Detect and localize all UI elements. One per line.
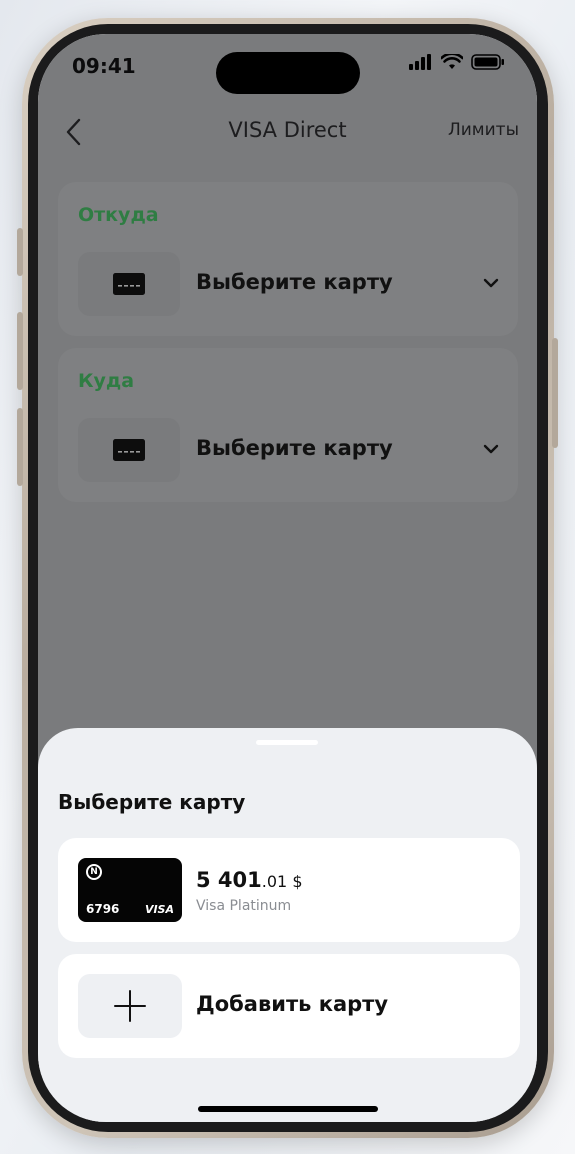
limits-link[interactable]: Лимиты	[448, 120, 519, 140]
balance-currency: $	[292, 872, 303, 891]
bank-logo-icon: N	[86, 864, 102, 880]
card-option-visa-platinum[interactable]: N 6796 VISA 5 401.01 $ Visa Platinum	[58, 838, 520, 942]
add-card-button[interactable]: Добавить карту	[58, 954, 520, 1058]
home-indicator[interactable]	[198, 1106, 378, 1112]
to-card-placeholder	[78, 418, 180, 482]
card-picker-sheet: Выберите карту N 6796 VISA 5 401.01 $ Vi…	[38, 728, 537, 1122]
add-card-icon-box	[78, 974, 182, 1038]
visa-logo: VISA	[144, 903, 174, 916]
card-last4: 6796	[86, 902, 120, 916]
card-balance: 5 401.01 $	[196, 868, 303, 892]
from-select-text[interactable]: Выберите карту	[196, 270, 393, 294]
signal-icon	[409, 54, 431, 70]
balance-integer: 5 401	[196, 868, 262, 892]
plus-icon	[114, 990, 146, 1022]
chevron-down-icon[interactable]	[482, 274, 500, 292]
wifi-icon	[441, 54, 463, 69]
screen: 09:41 VISA Direct Лимиты Откуда Выберите…	[38, 34, 537, 1122]
card-icon	[113, 273, 145, 295]
card-icon	[113, 439, 145, 461]
volume-up-button	[17, 312, 23, 390]
power-button	[552, 338, 558, 448]
to-card-block: Куда Выберите карту	[58, 348, 518, 502]
card-thumbnail: N 6796 VISA	[78, 858, 182, 922]
sheet-title: Выберите карту	[58, 790, 246, 814]
balance-fraction: .01	[261, 872, 288, 891]
add-card-label: Добавить карту	[196, 992, 389, 1016]
volume-down-button	[17, 408, 23, 486]
card-name: Visa Platinum	[196, 898, 292, 914]
from-card-placeholder	[78, 252, 180, 316]
dynamic-island	[216, 52, 360, 94]
status-time: 09:41	[72, 54, 136, 78]
action-button	[17, 228, 23, 276]
to-select-text[interactable]: Выберите карту	[196, 436, 393, 460]
sheet-drag-handle[interactable]	[256, 740, 318, 745]
to-label: Куда	[78, 370, 135, 392]
from-card-block: Откуда Выберите карту	[58, 182, 518, 336]
status-icons	[409, 54, 505, 70]
battery-icon	[471, 54, 504, 70]
from-label: Откуда	[78, 204, 159, 226]
chevron-down-icon[interactable]	[482, 440, 500, 458]
